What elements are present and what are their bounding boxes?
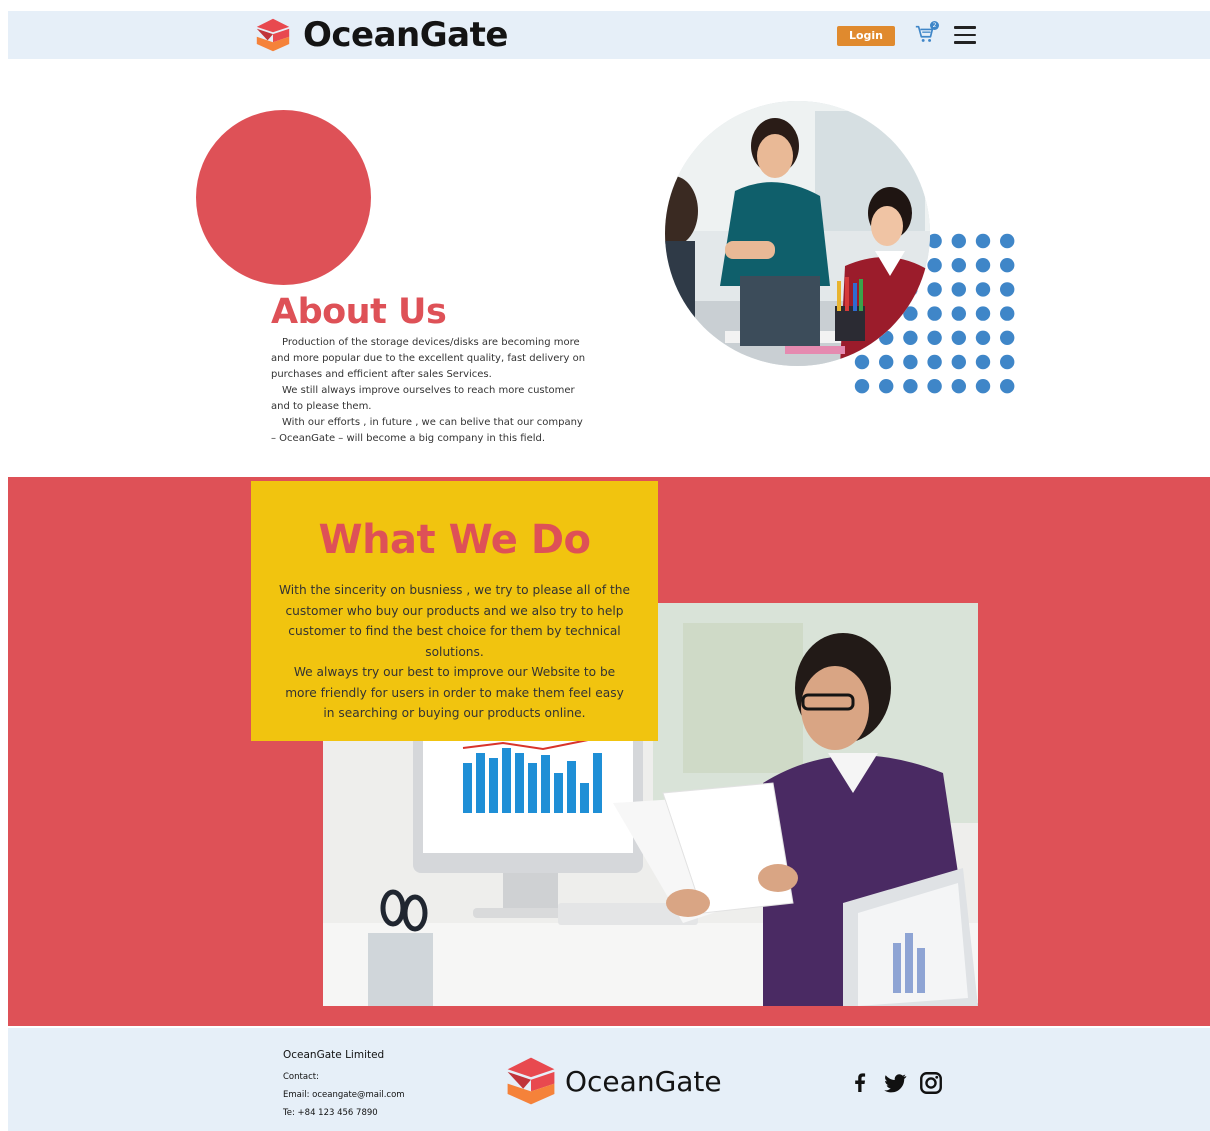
decor-dot — [975, 330, 991, 345]
instagram-icon[interactable] — [918, 1070, 944, 1096]
decor-dot — [951, 233, 966, 249]
logo-mark-icon — [256, 18, 290, 52]
decor-dot — [927, 330, 942, 345]
logo-mark-icon — [507, 1057, 555, 1105]
decor-dot — [975, 258, 991, 273]
decor-dot — [927, 306, 942, 321]
site-footer: OceanGate Limited Contact: Email: oceang… — [8, 1028, 1210, 1131]
decor-dot — [951, 306, 966, 321]
decor-dot — [927, 258, 942, 273]
team-photo-illustration — [665, 101, 930, 366]
what-we-do-paragraph: With the sincerity on busniess , we try … — [279, 583, 631, 659]
about-title: About Us — [271, 292, 447, 332]
footer-brand-logo[interactable]: OceanGate — [505, 1055, 722, 1107]
footer-company-name: OceanGate Limited — [283, 1049, 385, 1061]
decor-dot — [1000, 306, 1015, 321]
decor-dot — [951, 379, 966, 394]
decor-dot — [927, 379, 942, 394]
about-paragraph: Production of the storage devices/disks … — [271, 337, 586, 380]
decor-dot — [854, 354, 870, 370]
about-paragraph: We still always improve ourselves to rea… — [271, 385, 575, 412]
brand-logo-link[interactable]: OceanGate — [255, 15, 508, 55]
facebook-icon[interactable] — [848, 1070, 874, 1096]
decor-dot — [951, 282, 966, 297]
decor-dot — [903, 354, 918, 370]
decor-dot — [951, 330, 966, 345]
decor-dot — [1000, 379, 1015, 394]
cart-button[interactable]: 2 — [914, 21, 939, 47]
decor-dot — [1000, 330, 1015, 345]
decor-dot — [1000, 258, 1015, 273]
decor-dot — [975, 282, 991, 297]
cart-count-badge: 2 — [930, 21, 939, 30]
decor-dot — [927, 354, 942, 370]
decor-dot — [903, 330, 918, 345]
about-text: Production of the storage devices/disks … — [271, 335, 591, 447]
brand-name: OceanGate — [303, 15, 508, 55]
decor-dot — [1000, 354, 1015, 370]
decor-dot — [1000, 282, 1015, 297]
about-paragraph: With our efforts , in future , we can be… — [271, 417, 583, 444]
what-we-do-text: With the sincerity on busniess , we try … — [279, 580, 630, 724]
decor-dot — [903, 379, 918, 394]
login-button[interactable]: Login — [837, 26, 895, 46]
footer-brand-name: OceanGate — [565, 1064, 722, 1098]
twitter-icon[interactable] — [882, 1070, 908, 1096]
decor-dot — [854, 379, 870, 394]
about-decor-circle — [196, 110, 371, 285]
decor-dot — [927, 282, 942, 297]
footer-email[interactable]: Email: oceangate@mail.com — [283, 1090, 405, 1100]
decor-dot — [975, 354, 991, 370]
decor-dot — [951, 258, 966, 273]
hamburger-menu-icon[interactable] — [954, 26, 976, 44]
page: OceanGate Login 2 About Us Production of… — [0, 0, 1210, 1131]
what-we-do-card: What We Do With the sincerity on busnies… — [251, 481, 658, 741]
team-meeting-photo — [665, 101, 930, 366]
decor-dot — [879, 379, 894, 394]
footer-phone[interactable]: Te: +84 123 456 7890 — [283, 1108, 378, 1118]
footer-contact-label: Contact: — [283, 1072, 319, 1082]
decor-dot — [975, 379, 991, 394]
decor-dot — [879, 354, 894, 370]
what-we-do-paragraph: We always try our best to improve our We… — [285, 665, 624, 720]
decor-dot — [951, 354, 966, 370]
decor-dot — [975, 233, 991, 249]
what-we-do-title: What We Do — [318, 517, 591, 563]
decor-dot — [1000, 233, 1015, 249]
decor-dot — [975, 306, 991, 321]
site-header: OceanGate Login 2 — [8, 11, 1210, 59]
